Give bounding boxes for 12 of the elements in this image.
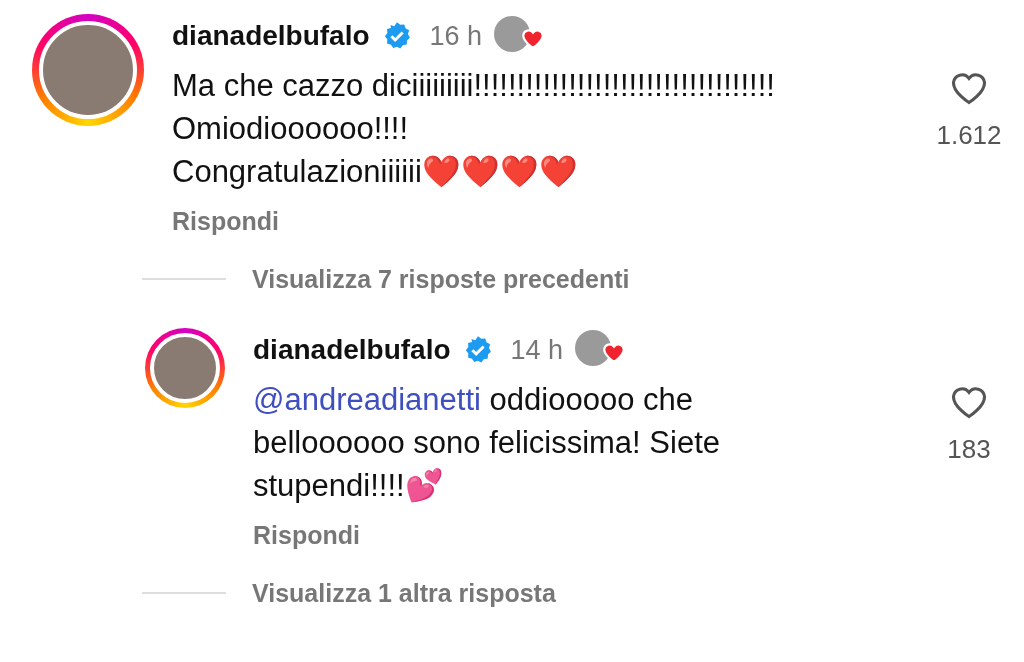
like-count: 183 bbox=[947, 434, 991, 465]
comment-text: Ma che cazzo diciiiiiiiii!!!!!!!!!!!!!!!!!!!!!!!!!!!!!!!!!!! Omiodioooooo!!!! Congratulazioniiiiii❤❤❤❤ bbox=[172, 67, 776, 191]
reply-link[interactable]: Rispondi bbox=[172, 207, 279, 236]
reply-link[interactable]: Rispondi bbox=[253, 521, 360, 550]
view-replies-link[interactable]: Visualizza 7 risposte precedenti bbox=[252, 264, 630, 294]
comment-text: @andreadianetti oddiooooo che belloooooo sono felicissima! Siete stupendi!!!!💕 bbox=[253, 381, 721, 505]
view-replies-link[interactable]: Visualizza 1 altra risposta bbox=[252, 578, 556, 608]
username[interactable]: dianadelbufalo bbox=[253, 334, 451, 366]
username[interactable]: dianadelbufalo bbox=[172, 20, 370, 52]
comment-time: 16 h bbox=[429, 20, 483, 52]
comment-time: 14 h bbox=[510, 334, 564, 366]
like-count: 1.612 bbox=[936, 120, 1002, 151]
